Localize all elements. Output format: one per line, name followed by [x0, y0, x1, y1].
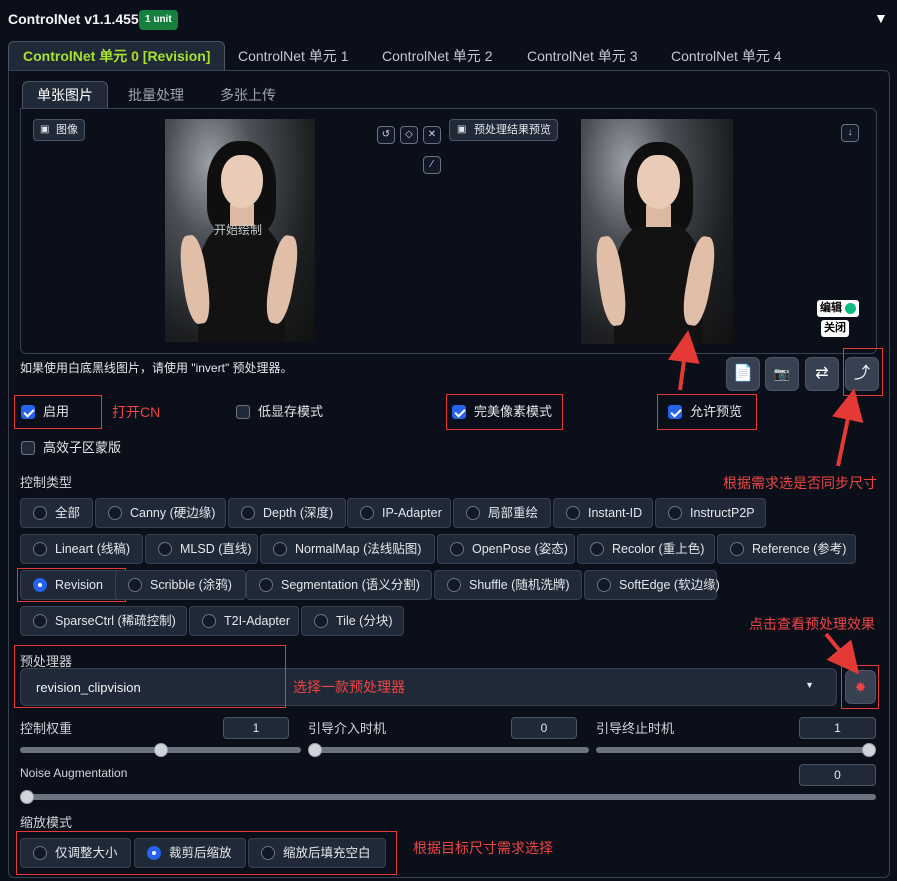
resize-mode-label: 缩放模式: [20, 815, 73, 830]
run-preprocessor-highlight: [841, 665, 879, 709]
start-step-slider[interactable]: [308, 747, 589, 753]
end-step-thumb[interactable]: [862, 743, 876, 757]
preview-label: ▣ 预处理结果预览: [449, 119, 558, 141]
annotation-enable-cn: 打开CN: [112, 404, 161, 420]
tab-unit-0[interactable]: ControlNet 单元 0 [Revision]: [8, 41, 226, 71]
control-type-scribble[interactable]: Scribble (涂鸦): [115, 570, 246, 600]
image-icon: ▣: [40, 124, 50, 135]
preview-image: [581, 119, 733, 344]
edit-button[interactable]: 编辑: [817, 300, 860, 317]
annotation-view-preprocess: 点击查看预处理效果: [749, 616, 875, 632]
control-type-t2i-adapter[interactable]: T2I-Adapter: [189, 606, 299, 636]
annotation-choose-resize: 根据目标尺寸需求选择: [413, 840, 553, 856]
effective-mask-checkbox[interactable]: 高效子区蒙版: [21, 438, 121, 458]
invert-hint: 如果使用白底黑线图片，请使用 "invert" 预处理器。: [20, 361, 293, 375]
control-type-inpaint[interactable]: 局部重绘: [453, 498, 551, 528]
control-type-tile[interactable]: Tile (分块): [301, 606, 404, 636]
webcam-button[interactable]: 📷: [765, 357, 799, 391]
collapse-icon[interactable]: ▼: [874, 10, 888, 26]
control-type-ip-adapter[interactable]: IP-Adapter: [347, 498, 451, 528]
noise-augmentation-thumb[interactable]: [20, 790, 34, 804]
control-type-openpose[interactable]: OpenPose (姿态): [437, 534, 575, 564]
download-icon[interactable]: ↓: [841, 124, 859, 142]
resize-highlight: [16, 831, 397, 875]
low-vram-checkbox[interactable]: 低显存模式: [236, 402, 323, 422]
close-icon[interactable]: ✕: [423, 126, 441, 144]
eraser-icon[interactable]: ◇: [400, 126, 418, 144]
start-drawing-overlay: 开始绘制: [214, 223, 263, 237]
tab-unit-4[interactable]: ControlNet 单元 4: [671, 42, 781, 70]
allow-preview-highlight: [657, 394, 757, 430]
noise-augmentation-value[interactable]: 0: [799, 764, 876, 786]
control-type-reference[interactable]: Reference (参考): [717, 534, 856, 564]
brush-icon[interactable]: ⁄: [423, 156, 441, 174]
end-step-value[interactable]: 1: [799, 717, 876, 739]
tab-multi-upload[interactable]: 多张上传: [220, 82, 276, 108]
control-type-recolor[interactable]: Recolor (重上色): [577, 534, 715, 564]
tab-unit-1[interactable]: ControlNet 单元 1: [238, 42, 348, 70]
noise-augmentation-label: Noise Augmentation: [20, 766, 128, 780]
end-step-label: 引导终止时机: [596, 721, 675, 736]
revision-highlight: [17, 568, 126, 602]
control-type-canny[interactable]: Canny (硬边缘): [95, 498, 226, 528]
input-image-label: ▣ 图像: [33, 119, 85, 141]
control-type-all[interactable]: 全部: [20, 498, 93, 528]
control-type-mlsd[interactable]: MLSD (直线): [145, 534, 258, 564]
control-type-sparsectrl[interactable]: SparseCtrl (稀疏控制): [20, 606, 187, 636]
control-type-shuffle[interactable]: Shuffle (随机洗牌): [434, 570, 582, 600]
edit-icon: [845, 302, 857, 314]
pixel-perfect-highlight: [446, 394, 563, 430]
start-step-label: 引导介入时机: [308, 721, 387, 736]
swap-button[interactable]: ⇄: [805, 357, 839, 391]
undo-icon[interactable]: ↺: [377, 126, 395, 144]
preprocessor-highlight: [14, 645, 286, 708]
image-area: [20, 108, 877, 354]
close-preview-button[interactable]: 关闭: [821, 320, 849, 337]
control-type-label: 控制类型: [20, 475, 73, 490]
control-type-softedge[interactable]: SoftEdge (软边缘): [584, 570, 720, 600]
control-type-instant-id[interactable]: Instant-ID: [553, 498, 653, 528]
control-type-depth[interactable]: Depth (深度): [228, 498, 346, 528]
sync-size-highlight: [843, 348, 883, 396]
tab-batch[interactable]: 批量处理: [128, 82, 184, 108]
image-icon: ▣: [457, 124, 467, 135]
control-weight-thumb[interactable]: [154, 743, 168, 757]
noise-augmentation-slider[interactable]: [20, 794, 876, 800]
unit-count-badge: 1 unit: [139, 10, 178, 30]
control-weight-value[interactable]: 1: [223, 717, 289, 739]
camera-icon: 📷: [773, 366, 791, 381]
start-step-thumb[interactable]: [308, 743, 322, 757]
start-step-value[interactable]: 0: [511, 717, 577, 739]
control-weight-label: 控制权重: [20, 721, 73, 736]
tab-unit-3[interactable]: ControlNet 单元 3: [527, 42, 637, 70]
tab-unit-2[interactable]: ControlNet 单元 2: [382, 42, 492, 70]
end-step-slider[interactable]: [596, 747, 876, 753]
chevron-down-icon: ▼: [805, 680, 814, 690]
tab-single-image[interactable]: 单张图片: [22, 81, 108, 109]
annotation-sync-size: 根据需求选是否同步尺寸: [723, 475, 877, 491]
control-type-instructp2p[interactable]: InstructP2P: [655, 498, 766, 528]
upload-json-button[interactable]: 📄: [726, 357, 760, 391]
panel-title: ControlNet v1.1.455: [8, 11, 139, 27]
annotation-choose-preprocessor: 选择一款预处理器: [293, 679, 405, 695]
swap-icon: ⇄: [815, 365, 829, 382]
control-type-segmentation[interactable]: Segmentation (语义分割): [246, 570, 432, 600]
control-type-normalmap[interactable]: NormalMap (法线贴图): [260, 534, 435, 564]
enable-highlight: [14, 395, 102, 429]
document-icon: 📄: [733, 365, 753, 382]
control-type-lineart[interactable]: Lineart (线稿): [20, 534, 143, 564]
